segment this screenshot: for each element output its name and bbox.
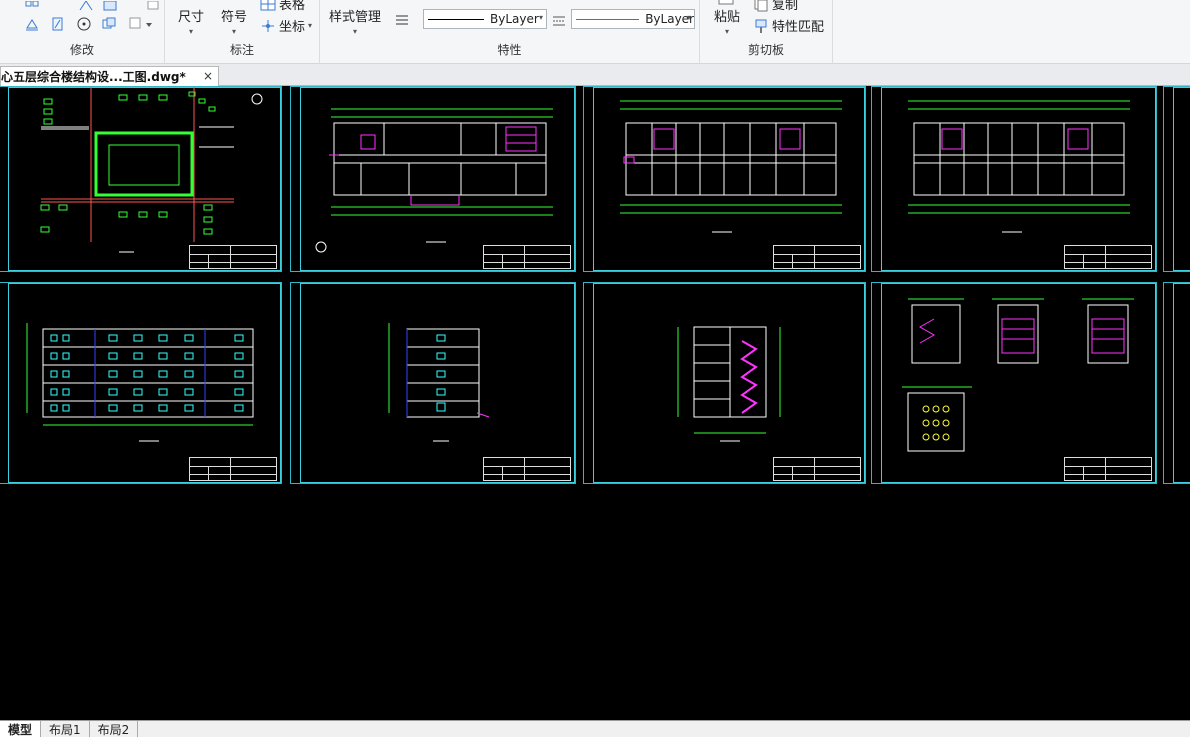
title-block — [483, 457, 571, 481]
stair-section-drawing — [677, 326, 781, 442]
array-icon[interactable] — [24, 0, 40, 16]
more-icon[interactable] — [128, 16, 152, 32]
tab-layout-2[interactable]: 布局2 — [90, 721, 139, 737]
copy-button[interactable]: 复制 — [753, 0, 798, 13]
annotation-panel-title: 标注 — [229, 43, 254, 57]
chevron-down-icon: ▾ — [189, 27, 194, 36]
sheet-floor-plan-3[interactable] — [871, 86, 1157, 272]
table-label: 表格 — [279, 0, 306, 13]
sheet-front-elevation[interactable] — [0, 282, 282, 484]
modify-panel: 修改 — [0, 0, 165, 64]
mirror-icon[interactable] — [78, 0, 94, 16]
sheet-floor-plan-1[interactable] — [290, 86, 576, 272]
clipboard-panel-title: 剪切板 — [747, 43, 784, 57]
copy-object-icon[interactable] — [50, 16, 66, 32]
copy-label: 复制 — [772, 0, 799, 13]
details-drawing — [902, 298, 1134, 452]
sheet-floor-plan-2[interactable] — [583, 86, 866, 272]
document-tab-title: 心五层综合楼结构设...工图.dwg* — [1, 70, 186, 84]
linetype-swatch — [576, 18, 640, 20]
color-select[interactable]: ByLayer ▾ — [423, 9, 547, 29]
table-icon — [260, 0, 276, 12]
sheet-partial-right-1[interactable] — [1163, 86, 1190, 272]
title-block — [483, 245, 571, 269]
title-block — [189, 457, 277, 481]
sheet-details[interactable] — [871, 282, 1157, 484]
coordinate-button[interactable]: 坐标 ▾ — [260, 16, 312, 35]
scale-icon[interactable] — [101, 16, 117, 32]
ribbon: 修改 尺寸 ▾ 符号 ▾ 表格 坐标 ▾ 标注 样式管理 ▾ ByLayer ▾… — [0, 0, 1190, 64]
clipboard-panel: 粘贴 ▾ 复制 特性匹配 剪切板 — [700, 0, 833, 64]
modify-panel-title: 修改 — [69, 43, 94, 57]
symbol-label: 符号 — [221, 10, 248, 25]
symbol-button[interactable]: 符号 ▾ — [221, 6, 247, 36]
model-space-canvas[interactable] — [0, 86, 1190, 720]
sheet-site-plan[interactable] — [0, 86, 282, 272]
properties-panel: 样式管理 ▾ ByLayer ▾ ByLayer ▾ 特性 — [320, 0, 700, 64]
layout-tab-bar: 模型 布局1 布局2 — [0, 720, 1190, 737]
color-value: ByLayer — [490, 12, 539, 26]
title-block — [773, 457, 861, 481]
paste-button[interactable]: 粘贴 ▾ — [714, 6, 740, 36]
chevron-down-icon: ▾ — [725, 27, 730, 36]
match-properties-label: 特性匹配 — [772, 20, 825, 35]
chevron-down-icon: ▾ — [538, 13, 543, 22]
style-manager-button[interactable]: 样式管理 ▾ — [329, 6, 381, 36]
title-block — [773, 245, 861, 269]
document-tab-bar: 心五层综合楼结构设...工图.dwg* × — [0, 64, 1190, 86]
paste-label: 粘贴 — [714, 10, 741, 25]
sheet-side-elevation[interactable] — [290, 282, 576, 484]
chevron-down-icon: ▾ — [308, 21, 313, 30]
style-manager-label: 样式管理 — [329, 10, 382, 25]
stretch-icon[interactable] — [24, 16, 40, 32]
front-elevation-drawing — [26, 323, 254, 442]
linetype-icon[interactable] — [551, 12, 567, 28]
color-swatch — [428, 18, 484, 20]
sheet-frame — [1173, 87, 1190, 271]
tab-layout-1[interactable]: 布局1 — [41, 721, 90, 737]
copy-icon — [753, 0, 769, 12]
side-elevation-drawing — [388, 323, 490, 442]
document-tab[interactable]: 心五层综合楼结构设...工图.dwg* × — [0, 66, 219, 86]
chevron-down-icon: ▾ — [353, 27, 358, 36]
dropdown-icon[interactable] — [146, 0, 162, 16]
sheet-stair-section[interactable] — [583, 282, 866, 484]
title-block — [189, 245, 277, 269]
match-properties-button[interactable]: 特性匹配 — [753, 16, 824, 35]
coordinate-icon — [260, 18, 276, 34]
title-block — [1064, 457, 1152, 481]
rectangle-icon[interactable] — [102, 0, 118, 16]
lineweight-icon[interactable] — [394, 12, 410, 28]
properties-panel-title: 特性 — [497, 43, 522, 57]
annotation-panel: 尺寸 ▾ 符号 ▾ 表格 坐标 ▾ 标注 — [165, 0, 320, 64]
coordinate-label: 坐标 — [279, 20, 306, 35]
title-block — [1064, 245, 1152, 269]
chevron-down-icon: ▾ — [232, 27, 237, 36]
linetype-select[interactable]: ByLayer ▾ — [571, 9, 695, 29]
tab-model[interactable]: 模型 — [0, 721, 42, 737]
rotate-icon[interactable] — [76, 16, 92, 32]
table-button[interactable]: 表格 — [260, 0, 305, 13]
sheet-frame — [1173, 283, 1190, 483]
dimension-label: 尺寸 — [178, 10, 205, 25]
sheet-partial-right-2[interactable] — [1163, 282, 1190, 484]
brush-icon — [753, 18, 769, 34]
close-icon[interactable]: × — [203, 69, 213, 83]
chevron-down-icon: ▾ — [686, 13, 691, 22]
dimension-button[interactable]: 尺寸 ▾ — [178, 6, 204, 36]
